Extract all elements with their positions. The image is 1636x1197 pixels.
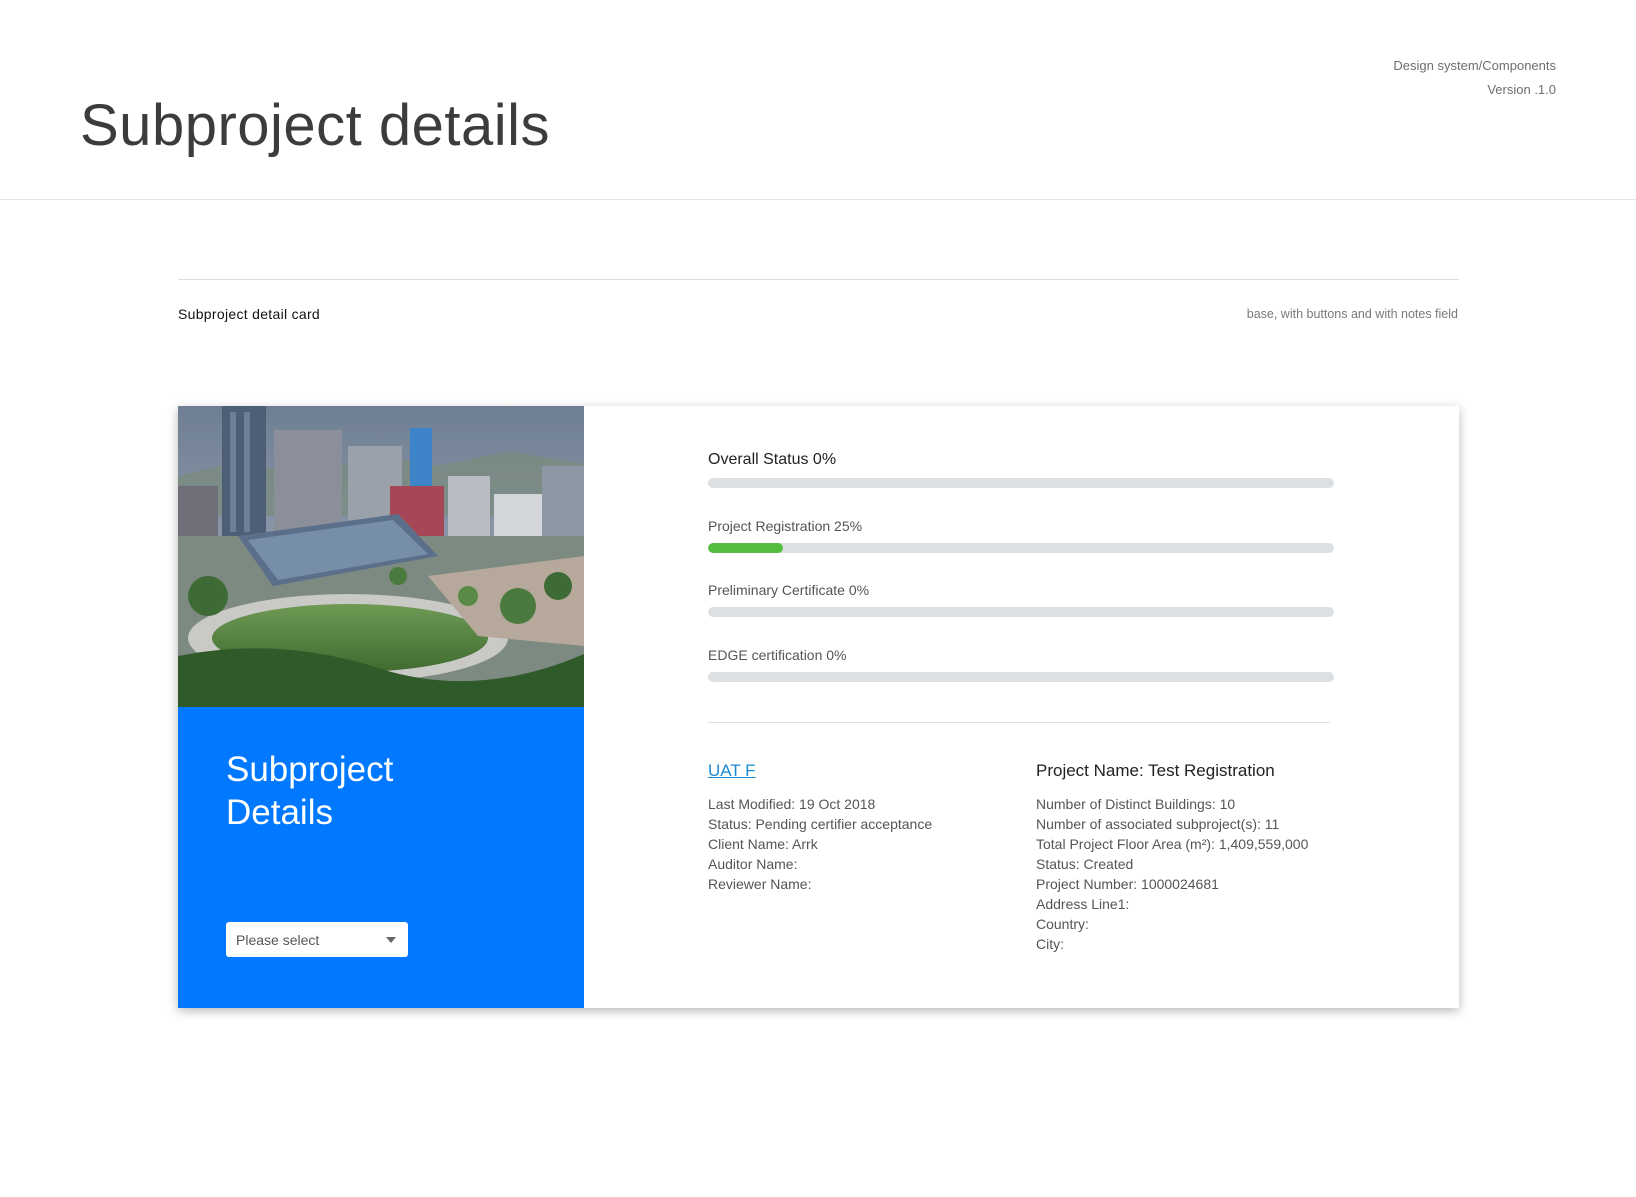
details-divider: [708, 722, 1330, 723]
info-row: Country:: [1036, 916, 1089, 932]
document-meta: Design system/Components Version .1.0: [1393, 54, 1556, 102]
progress-track: [708, 672, 1334, 682]
section-note: base, with buttons and with notes field: [1246, 307, 1458, 321]
project-info-column: Project Name: Test Registration Number o…: [1036, 760, 1308, 954]
section-title: Subproject detail card: [178, 306, 321, 322]
info-row: Address Line1:: [1036, 896, 1130, 912]
info-row: Auditor Name:: [708, 856, 798, 872]
card-heading: Subproject Details: [226, 750, 394, 832]
info-row: City:: [1036, 936, 1064, 952]
info-row: Number of Distinct Buildings: 10: [1036, 796, 1236, 812]
progress-label: EDGE certification 0%: [708, 647, 847, 663]
progress-track: [708, 543, 1334, 553]
progress-label: Preliminary Certificate 0%: [708, 582, 870, 598]
progress-project-registration: Project Registration 25%: [708, 518, 1334, 553]
progress-fill: [708, 543, 784, 553]
info-row: Client Name: Arrk: [708, 836, 818, 852]
progress-preliminary-certificate: Preliminary Certificate 0%: [708, 582, 1334, 617]
info-row: Status: Pending certifier acceptance: [708, 816, 933, 832]
progress-label: Project Registration 25%: [708, 518, 863, 534]
project-photo: [178, 406, 584, 707]
project-info-list: Number of Distinct Buildings: 10 Number …: [1036, 794, 1308, 954]
progress-track: [708, 478, 1334, 488]
subproject-detail-card: Subproject Details Please select Overall…: [178, 406, 1459, 1008]
chevron-down-icon: [386, 936, 396, 943]
progress-track: [708, 607, 1334, 617]
info-row: Total Project Floor Area (m²): 1,409,559…: [1036, 836, 1309, 852]
page-title: Subproject details: [80, 93, 551, 158]
status-select[interactable]: Please select: [226, 922, 408, 957]
subproject-info-list: Last Modified: 19 Oct 2018 Status: Pendi…: [708, 794, 932, 894]
subproject-info-column: UAT F Last Modified: 19 Oct 2018 Status:…: [708, 760, 932, 894]
card-left-panel: Subproject Details Please select: [178, 406, 584, 1008]
select-value: Please select: [236, 931, 320, 948]
info-row: Last Modified: 19 Oct 2018: [708, 796, 876, 812]
section-divider: [178, 279, 1459, 280]
subproject-link[interactable]: UAT F: [708, 760, 932, 782]
card-right-panel: Overall Status 0% Project Registration 2…: [584, 406, 1459, 1008]
project-photo-illustration: [178, 406, 584, 707]
info-row: Project Number: 1000024681: [1036, 876, 1219, 892]
progress-label: Overall Status 0%: [708, 451, 837, 468]
info-row: Number of associated subproject(s): 11: [1036, 816, 1280, 832]
page-header: Subproject details Design system/Compone…: [0, 0, 1636, 200]
progress-overall: Overall Status 0%: [708, 451, 1334, 488]
meta-version: Version .1.0: [1487, 82, 1556, 97]
project-name-heading: Project Name: Test Registration: [1036, 761, 1275, 780]
info-row: Status: Created: [1036, 856, 1134, 872]
info-row: Reviewer Name:: [708, 876, 812, 892]
meta-path: Design system/Components: [1393, 58, 1556, 73]
progress-edge-certification: EDGE certification 0%: [708, 647, 1334, 682]
